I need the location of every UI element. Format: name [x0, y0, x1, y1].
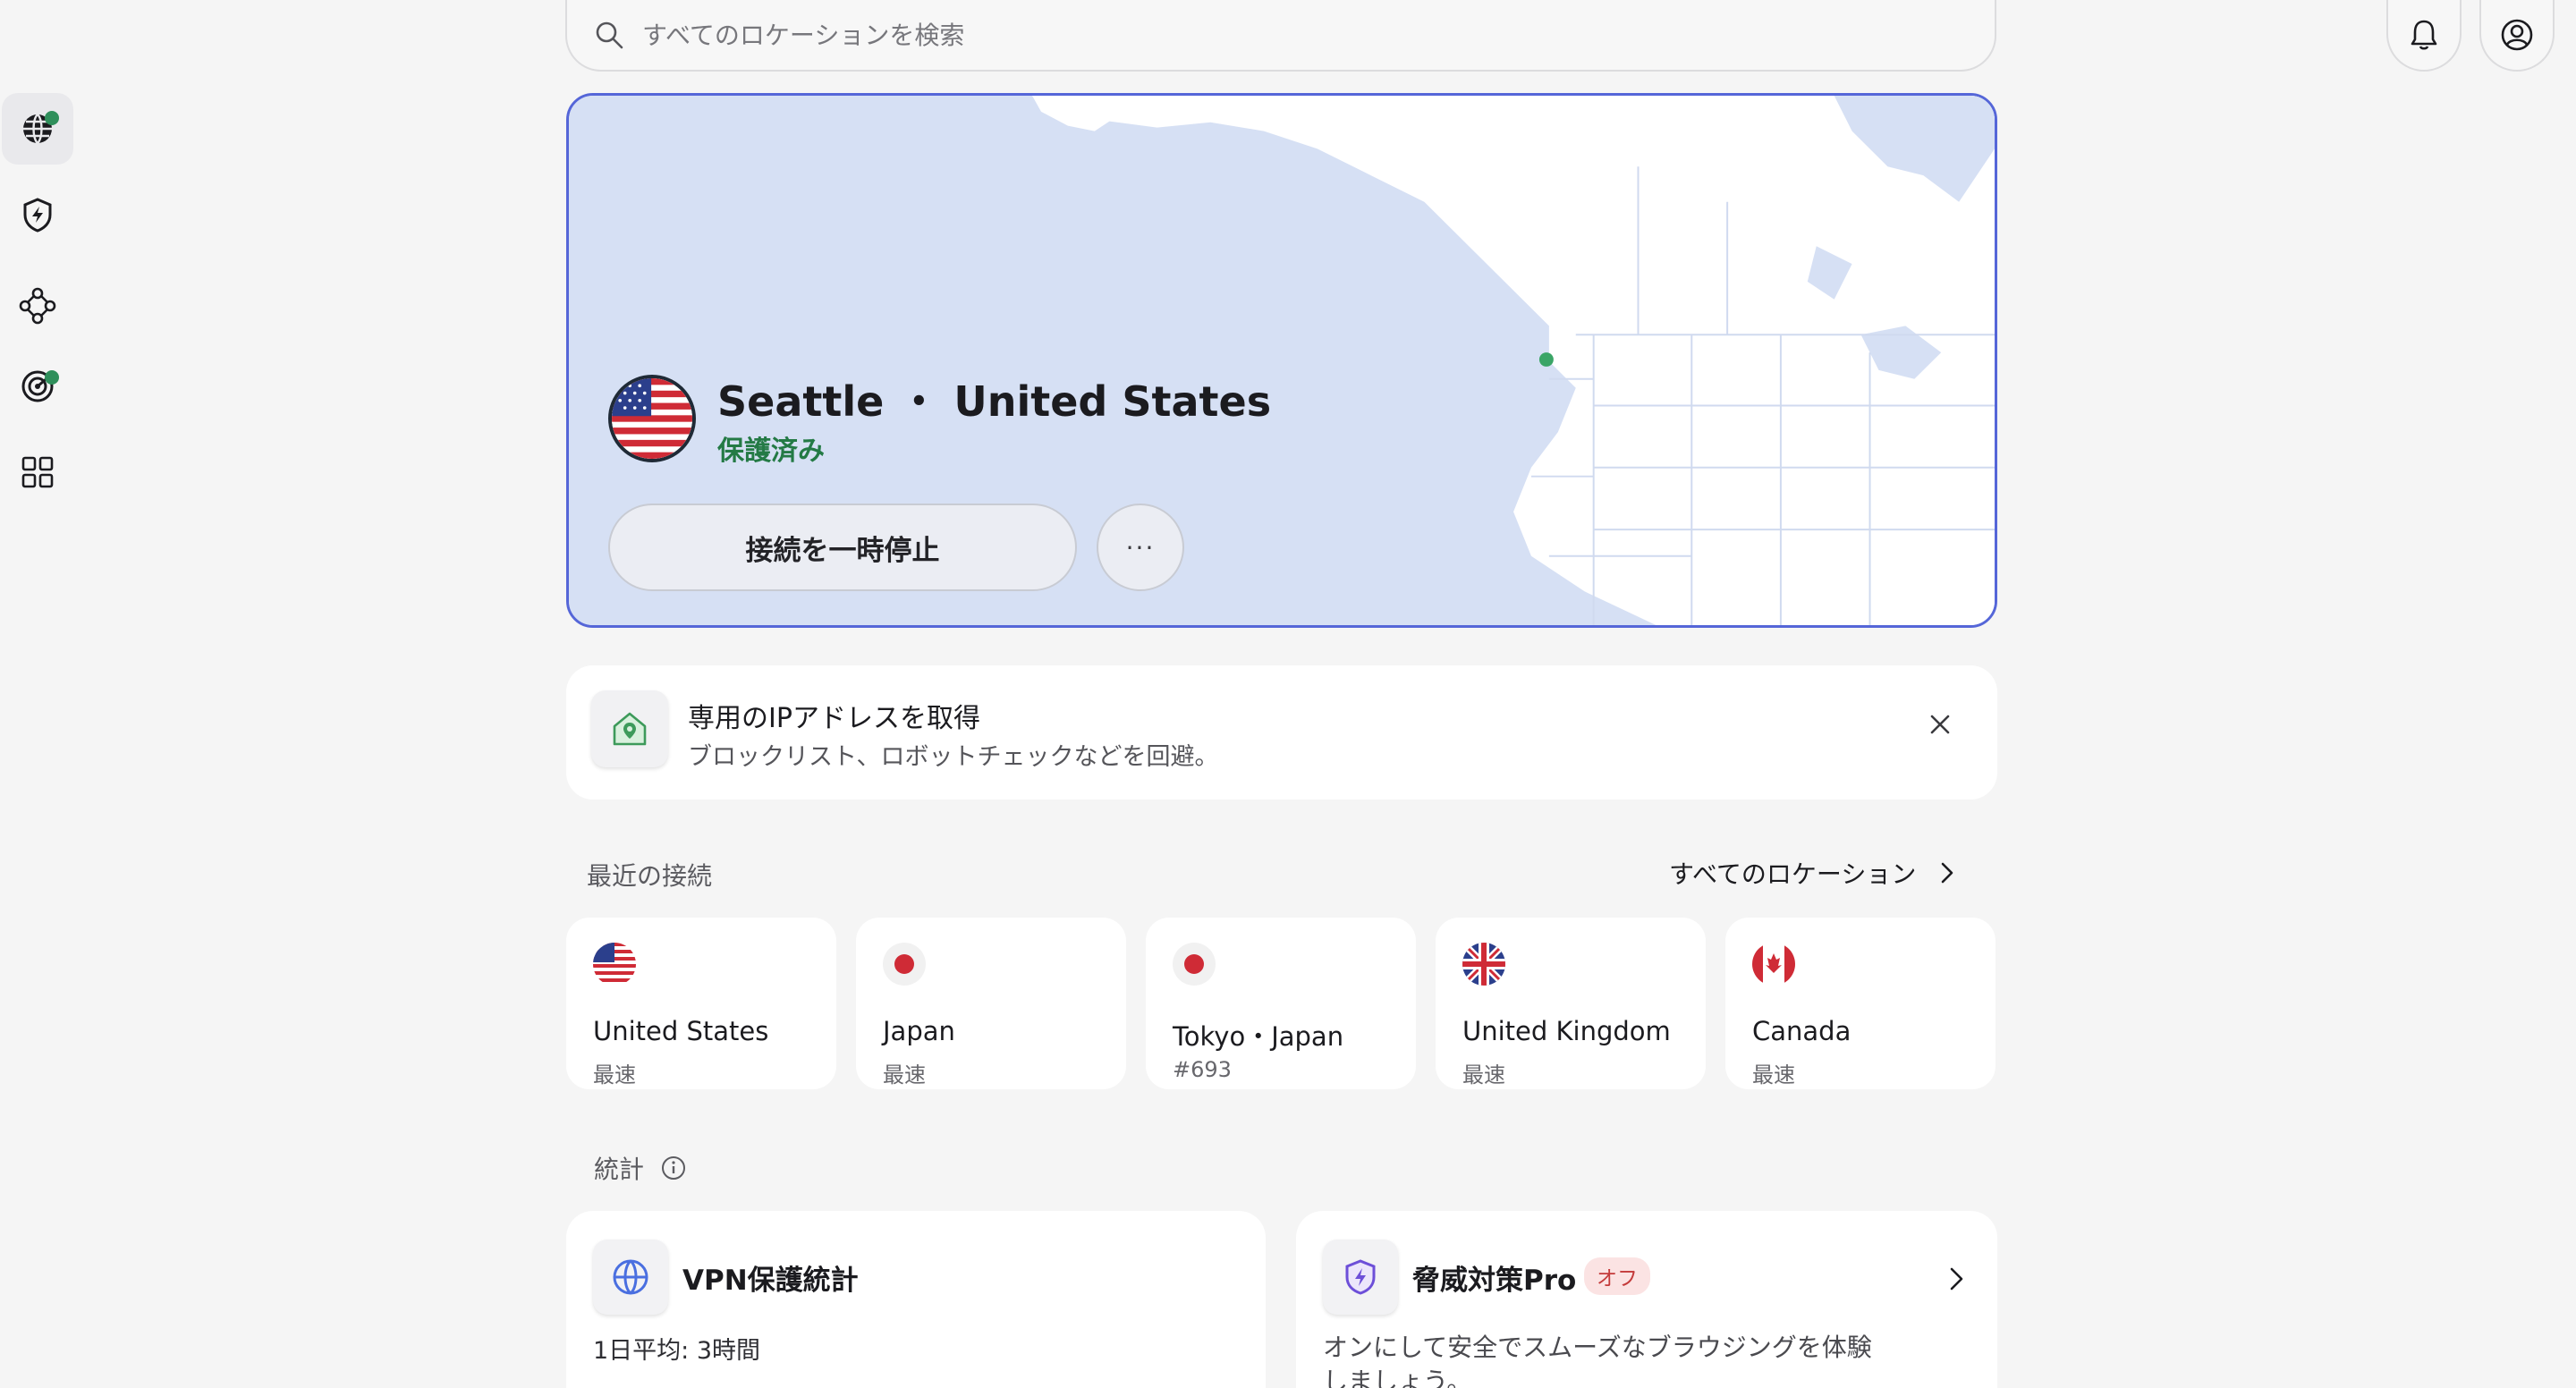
close-icon[interactable] [1924, 708, 1956, 741]
dedicated-ip-promo[interactable]: 専用のIPアドレスを取得 ブロックリスト、ロボットチェックなどを回避。 [566, 665, 1997, 800]
promo-subtitle: ブロックリスト、ロボットチェックなどを回避。 [688, 743, 1219, 771]
recent-connections-label: 最近の接続 [587, 861, 713, 891]
recent-connection-card[interactable]: United Kingdom 最速 [1436, 918, 1706, 1089]
meshnet-icon [19, 287, 56, 325]
apps-grid-icon [21, 456, 54, 488]
status-dot [45, 111, 59, 125]
notifications-button[interactable] [2386, 0, 2462, 72]
recent-connection-card[interactable]: Japan 最速 [856, 918, 1126, 1089]
connection-status: 保護済み [717, 436, 825, 467]
recent-country: United Kingdom [1462, 1016, 1671, 1046]
stats-header: 統計 [594, 1150, 687, 1186]
sidebar-item-dark-web-monitor[interactable] [2, 351, 73, 422]
promo-title: 専用のIPアドレスを取得 [688, 703, 980, 734]
recent-server: 最速 [1752, 1062, 1795, 1088]
threat-protection-card[interactable]: 脅威対策Pro オフ オンにして安全でスムーズなブラウジングを体験しましょう。 [1296, 1211, 1997, 1388]
recent-country: Canada [1752, 1016, 1852, 1046]
ca-flag-icon [1752, 943, 1795, 986]
sidebar-item-threat-protection[interactable] [2, 179, 73, 250]
search-bar[interactable] [565, 0, 1996, 72]
info-icon[interactable] [660, 1155, 687, 1181]
user-icon [2501, 19, 2533, 51]
recent-server: 最速 [1462, 1062, 1505, 1088]
dedicated-ip-icon [591, 690, 668, 767]
account-button[interactable] [2479, 0, 2555, 72]
search-icon [596, 21, 623, 49]
threat-shield-icon [23, 198, 52, 233]
recent-connection-card[interactable]: United States 最速 [566, 918, 836, 1089]
recent-server: 最速 [883, 1062, 926, 1088]
threat-protection-description: オンにして安全でスムーズなブラウジングを体験しましょう。 [1323, 1333, 1872, 1388]
jp-flag-icon [883, 943, 926, 986]
sidebar-item-apps[interactable] [2, 436, 73, 508]
jp-flag-icon [1173, 943, 1216, 986]
vpn-stats-title: VPN保護統計 [682, 1265, 859, 1297]
threat-protection-title: 脅威対策Pro [1412, 1265, 1577, 1297]
sidebar [0, 0, 75, 1388]
threat-shield-icon [1323, 1240, 1398, 1315]
pause-connection-button[interactable]: 接続を一時停止 [608, 504, 1077, 591]
us-flag-icon [608, 375, 696, 462]
recent-server: 最速 [593, 1062, 636, 1088]
globe-icon [593, 1240, 668, 1315]
connected-location: Seattle ・ United States [717, 377, 1272, 426]
recent-country: United States [593, 1016, 769, 1046]
recent-country: Japan [883, 1016, 955, 1046]
more-options-button[interactable]: ··· [1097, 504, 1184, 591]
us-flag-icon [593, 943, 636, 986]
sidebar-item-locations[interactable] [2, 93, 73, 165]
all-locations-label: すべてのロケーション [1669, 859, 1917, 889]
recent-connection-card[interactable]: Tokyo・Japan #693 [1146, 918, 1416, 1089]
status-badge: オフ [1584, 1257, 1650, 1295]
vpn-daily-average: 1日平均: 3時間 [593, 1337, 761, 1365]
app-root: Seattle ・ United States 保護済み 接続を一時停止 ···… [0, 0, 2576, 1388]
recent-connection-card[interactable]: Canada 最速 [1725, 918, 1996, 1089]
uk-flag-icon [1462, 943, 1505, 986]
vpn-stats-card[interactable]: VPN保護統計 1日平均: 3時間 [566, 1211, 1266, 1388]
chevron-right-icon [1942, 862, 1953, 884]
sidebar-item-meshnet[interactable] [2, 270, 73, 342]
stats-label: 統計 [594, 1155, 645, 1184]
recent-server: #693 [1173, 1057, 1232, 1082]
bell-icon [2411, 20, 2437, 50]
all-locations-link[interactable]: すべてのロケーション [1669, 855, 1961, 891]
location-pin [1538, 352, 1554, 367]
chevron-right-icon [1950, 1267, 1963, 1291]
search-input[interactable] [642, 20, 1894, 50]
connection-card: Seattle ・ United States 保護済み 接続を一時停止 ··· [566, 93, 1997, 628]
status-dot [45, 370, 59, 385]
recent-country: Tokyo・Japan [1173, 1021, 1344, 1052]
